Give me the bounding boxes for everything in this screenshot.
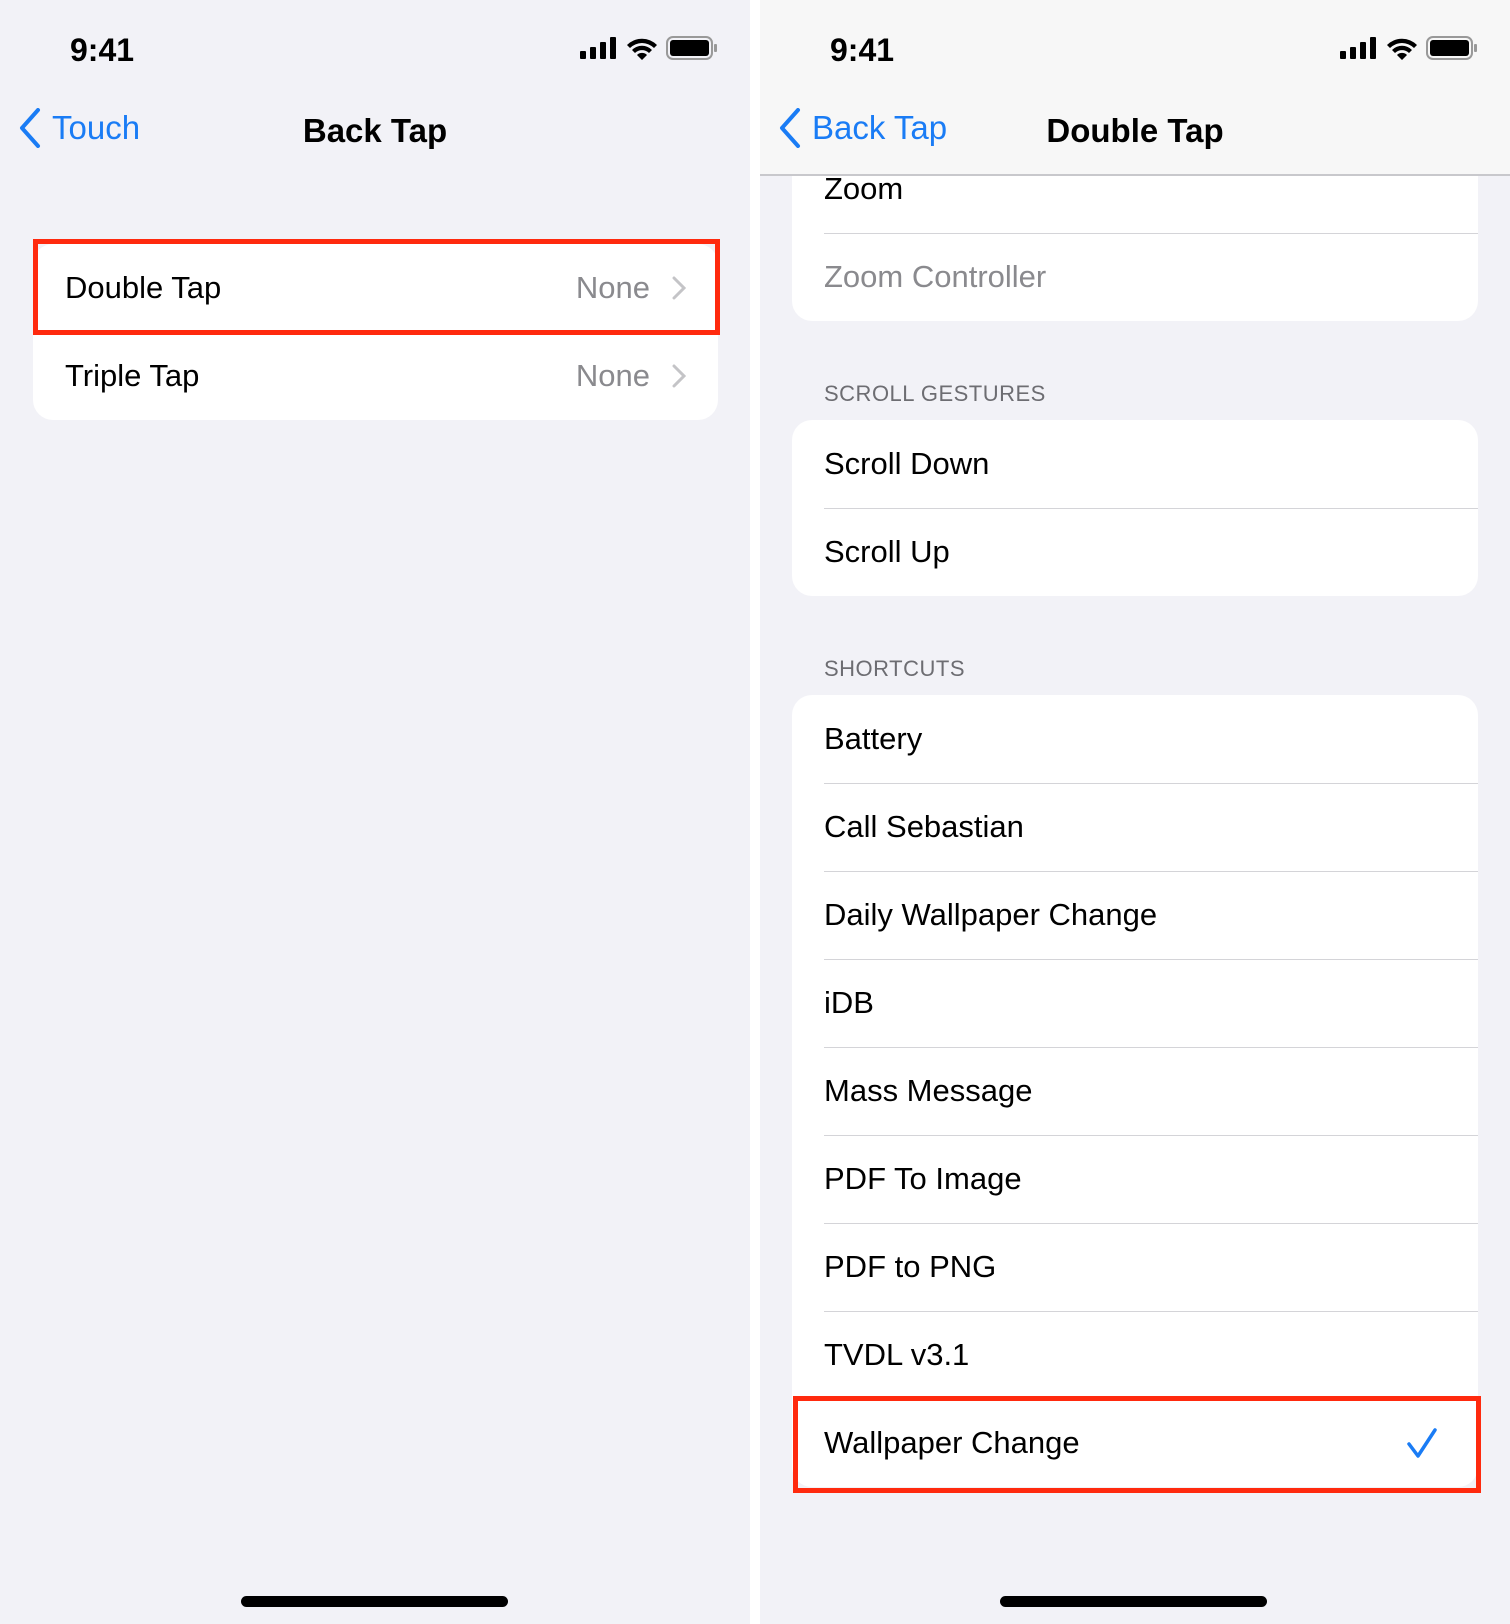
chevron-right-icon [672,364,686,388]
row-label: Scroll Down [824,446,990,481]
list-item[interactable]: Call Sebastian [792,783,1478,871]
status-icons [1340,36,1478,60]
navigation-bar: Touch Back Tap [0,108,750,158]
status-time: 9:41 [830,32,895,68]
battery-icon [666,36,717,60]
row-label: Mass Message [824,1073,1033,1108]
highlight-box [33,239,720,335]
list-item[interactable]: iDB [792,959,1478,1047]
row-label: Triple Tap [65,358,200,393]
list-item[interactable]: Scroll Down [792,420,1478,508]
row-label: PDF to PNG [824,1249,997,1284]
list-item[interactable]: Scroll Up [792,508,1478,596]
row-label: Battery [824,721,923,756]
back-tap-screen: 9:41 Touch Back Tap Double Tap None Trip… [0,0,750,1624]
zoom-controller-row: Zoom Controller [792,233,1478,321]
header: 9:41 Back Tap Double Tap [760,0,1510,176]
battery-icon [1426,36,1477,60]
row-label: Call Sebastian [824,809,1024,844]
list-item[interactable]: Daily Wallpaper Change [792,871,1478,959]
home-indicator[interactable] [241,1596,508,1607]
list-item[interactable]: PDF to PNG [792,1223,1478,1311]
triple-tap-row[interactable]: Triple Tap None [33,332,718,420]
cellular-signal-icon [1340,37,1376,59]
page-title: Back Tap [302,112,448,149]
status-icons [580,36,718,60]
row-label: PDF To Image [824,1161,1022,1196]
row-value: None [575,358,650,393]
highlight-box [793,1396,1481,1493]
status-time: 9:41 [70,32,135,68]
cellular-signal-icon [580,37,616,59]
page-title: Double Tap [1046,112,1224,149]
list-item[interactable]: Battery [792,695,1478,783]
row-label: Scroll Up [824,534,950,569]
row-label: iDB [824,985,874,1020]
row-label: Zoom Controller [824,259,1047,294]
wifi-icon [1387,38,1417,60]
row-label: TVDL v3.1 [824,1337,970,1372]
section-header-shortcuts: SHORTCUTS [824,656,965,681]
scroll-gestures-list: Scroll Down Scroll Up [792,420,1478,596]
section-header-scroll-gestures: SCROLL GESTURES [824,381,1046,406]
list-item[interactable]: PDF To Image [792,1135,1478,1223]
shortcuts-list: Battery Call Sebastian Daily Wallpaper C… [792,695,1478,1487]
home-indicator[interactable] [1000,1596,1267,1607]
navigation-bar: Back Tap Double Tap [760,108,1510,158]
wifi-icon [627,38,657,60]
row-label: Zoom [824,171,904,206]
row-label: Daily Wallpaper Change [824,897,1158,932]
list-item[interactable]: TVDL v3.1 [792,1311,1478,1399]
double-tap-screen: 9:41 Back Tap Double Tap Zoom Zoom Contr… [760,0,1510,1624]
list-item[interactable]: Mass Message [792,1047,1478,1135]
